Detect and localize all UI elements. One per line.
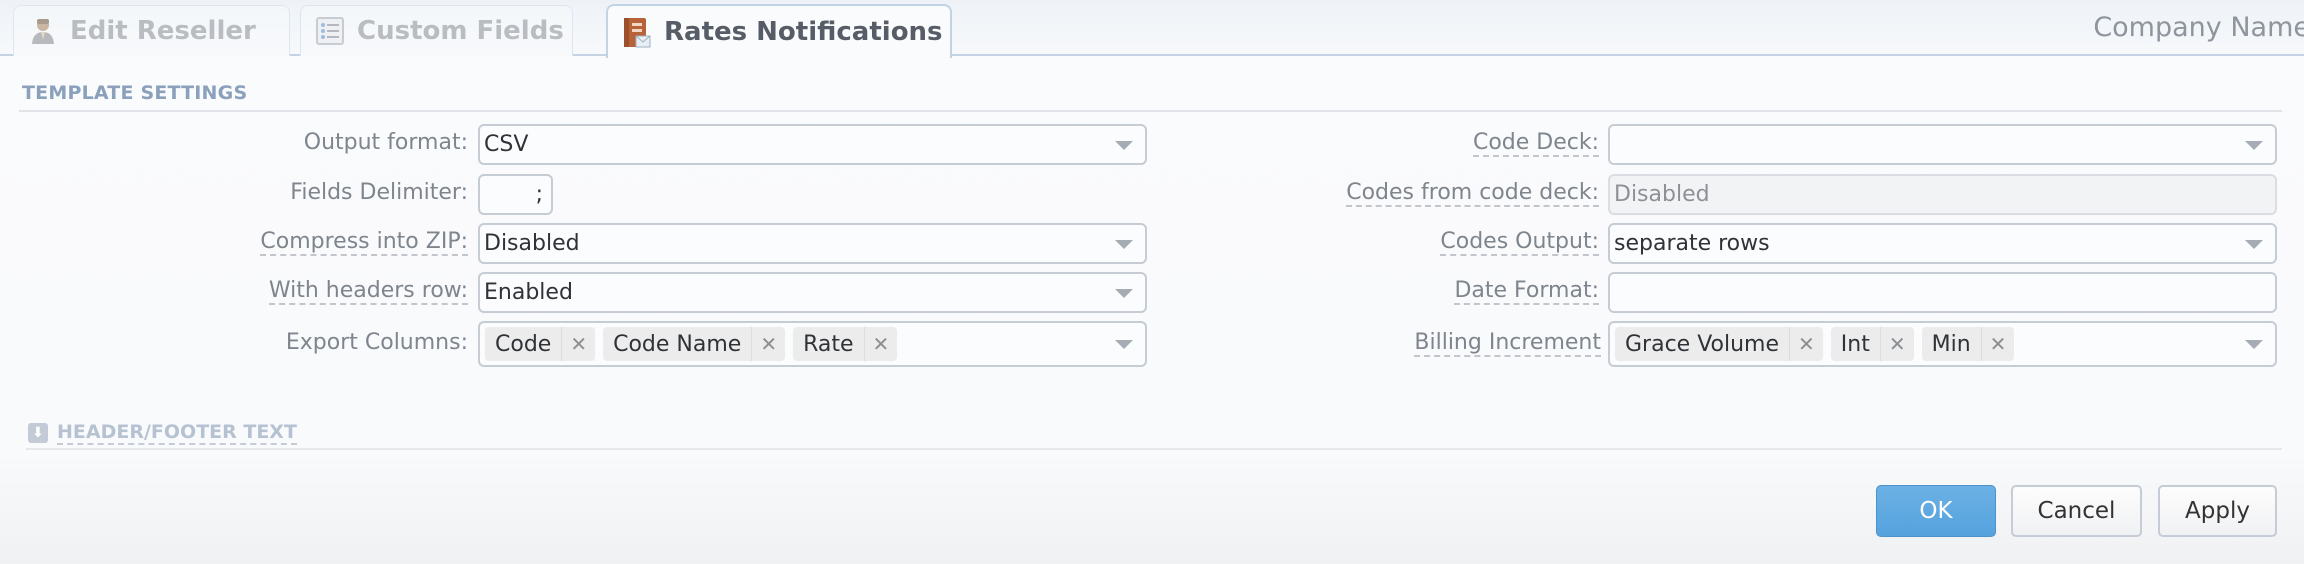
section-title-header-footer: HEADER/FOOTER TEXT: [57, 421, 297, 445]
tag-chip: Int ✕: [1830, 327, 1914, 361]
tag-label: Int: [1840, 331, 1870, 357]
input-value: ;: [535, 182, 543, 207]
chevron-down-icon: [2245, 340, 2263, 349]
section-divider: [26, 448, 2282, 450]
tag-label: Code: [495, 331, 552, 357]
tab-label: Edit Reseller: [70, 16, 256, 46]
output-format-select[interactable]: CSV: [478, 124, 1147, 165]
select-value: Disabled: [484, 231, 580, 256]
select-value: Enabled: [484, 280, 573, 305]
book-mail-icon: [622, 17, 652, 48]
chevron-down-icon: [1115, 239, 1133, 249]
tag-label: Rate: [803, 331, 854, 357]
billing-increment-multiselect[interactable]: Grace Volume ✕ Int ✕ Min ✕: [1608, 321, 2277, 367]
cancel-button[interactable]: Cancel: [2011, 485, 2142, 537]
label-billing-increment: Billing Increment: [1414, 330, 1601, 357]
company-name: Company Name: [2093, 12, 2304, 43]
tag-chip: Rate ✕: [793, 327, 898, 361]
select-value: separate rows: [1614, 231, 1770, 256]
chevron-down-icon: [2245, 140, 2263, 150]
chevron-down-icon: [1115, 288, 1133, 298]
fields-delimiter-input[interactable]: ;: [478, 174, 553, 215]
tab-rates-notifications[interactable]: Rates Notifications: [606, 4, 952, 58]
field-value: Disabled: [1614, 182, 1710, 207]
export-columns-multiselect[interactable]: Code ✕ Code Name ✕ Rate ✕: [478, 321, 1147, 367]
user-icon: [28, 16, 58, 46]
date-format-input[interactable]: [1608, 272, 2277, 313]
code-deck-select[interactable]: [1608, 124, 2277, 165]
remove-tag-icon[interactable]: ✕: [751, 327, 785, 361]
remove-tag-icon[interactable]: ✕: [1980, 327, 2015, 361]
section-divider: [19, 110, 2282, 112]
tag-chip: Code Name ✕: [603, 327, 786, 361]
remove-tag-icon[interactable]: ✕: [1879, 327, 1914, 361]
codes-output-select[interactable]: separate rows: [1608, 223, 2277, 264]
section-title-template-settings: TEMPLATE SETTINGS: [22, 82, 248, 104]
compress-zip-select[interactable]: Disabled: [478, 223, 1147, 264]
label-compress-zip: Compress into ZIP:: [260, 229, 468, 256]
label-code-deck: Code Deck:: [1472, 130, 1599, 157]
ok-button[interactable]: OK: [1876, 485, 1996, 537]
tag-chip: Grace Volume ✕: [1615, 327, 1823, 361]
tag-label: Min: [1931, 331, 1971, 357]
remove-tag-icon[interactable]: ✕: [1789, 327, 1823, 361]
remove-tag-icon[interactable]: ✕: [561, 327, 595, 361]
label-date-format: Date Format:: [1454, 278, 1599, 305]
tab-custom-fields[interactable]: Custom Fields: [300, 5, 573, 56]
tab-label: Custom Fields: [357, 16, 564, 46]
expand-down-icon: ⬇: [28, 423, 48, 443]
label-codes-output: Codes Output:: [1440, 229, 1599, 256]
tag-chip: Code ✕: [485, 327, 596, 361]
chevron-down-icon: [1115, 340, 1133, 349]
select-value: CSV: [484, 132, 529, 157]
tag-label: Grace Volume: [1625, 331, 1780, 357]
headers-row-select[interactable]: Enabled: [478, 272, 1147, 313]
tag-chip: Min ✕: [1921, 327, 2015, 361]
codes-from-deck-field: Disabled: [1608, 174, 2277, 215]
header-footer-toggle[interactable]: ⬇ HEADER/FOOTER TEXT: [28, 421, 297, 445]
list-icon: [315, 16, 345, 46]
label-codes-from-deck: Codes from code deck:: [1346, 180, 1599, 207]
label-fields-delimiter: Fields Delimiter:: [290, 180, 468, 205]
remove-tag-icon[interactable]: ✕: [863, 327, 898, 361]
label-output-format: Output format:: [303, 130, 468, 155]
label-export-columns: Export Columns:: [285, 330, 468, 355]
apply-button[interactable]: Apply: [2158, 485, 2277, 537]
tab-edit-reseller[interactable]: Edit Reseller: [13, 5, 290, 56]
chevron-down-icon: [1115, 140, 1133, 150]
label-headers-row: With headers row:: [268, 278, 468, 305]
tab-label: Rates Notifications: [664, 17, 943, 47]
tag-label: Code Name: [613, 331, 742, 357]
chevron-down-icon: [2245, 239, 2263, 249]
